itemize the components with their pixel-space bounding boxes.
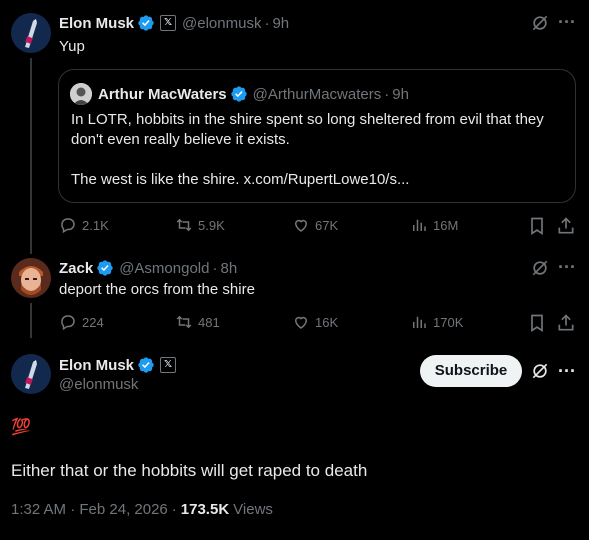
verified-icon — [97, 260, 113, 276]
repost-button[interactable]: 481 — [175, 313, 220, 331]
reply-button[interactable]: 2.1K — [59, 216, 109, 234]
avatar-zack[interactable] — [11, 258, 51, 298]
reply-icon — [61, 315, 75, 331]
repost-button[interactable]: 5.9K — [175, 216, 225, 234]
avatar-elon[interactable] — [11, 13, 51, 53]
x-affiliate-badge: 𝕏 — [160, 15, 177, 31]
separator-dot: · — [212, 259, 218, 277]
tweet2-header: Zack @Asmongold · 8h — [59, 258, 237, 278]
more-icon[interactable]: ··· — [558, 257, 576, 278]
more-icon[interactable]: ··· — [558, 12, 576, 33]
reply-button[interactable]: 224 — [59, 313, 104, 331]
views-button[interactable]: 16M — [410, 216, 458, 234]
quote-timestamp: 9h — [392, 85, 409, 103]
quote-text-line3: The west is like the shire. x.com/Rupert… — [71, 171, 410, 188]
like-button[interactable]: 67K — [292, 216, 338, 234]
tweet1-header: Elon Musk 𝕏 @elonmusk · 9h — [59, 13, 289, 33]
x-affiliate-badge: 𝕏 — [160, 357, 177, 373]
repost-count: 481 — [198, 314, 220, 330]
handle[interactable]: @elonmusk — [182, 15, 261, 32]
handle[interactable]: @elonmusk — [59, 376, 138, 393]
verified-icon — [138, 15, 154, 31]
quote-header: Arthur MacWaters @ArthurMacwaters · 9h — [70, 83, 409, 105]
quote-text-line2: don't even really believe it exists. — [71, 131, 290, 148]
thread-line — [30, 303, 32, 338]
views-label: Views — [233, 501, 273, 518]
grok-icon[interactable] — [530, 361, 550, 386]
like-count: 16K — [315, 314, 339, 330]
main-tweet-text: Either that or the hobbits will get rape… — [11, 461, 368, 480]
tweet-text: Yup — [59, 38, 85, 55]
separator-dot: · — [384, 85, 390, 103]
separator-dot: · — [264, 14, 270, 32]
share-icon[interactable] — [556, 216, 576, 241]
share-icon[interactable] — [556, 313, 576, 338]
views-count: 16M — [433, 217, 459, 233]
views-count: 170K — [433, 314, 464, 330]
reply-count: 224 — [82, 314, 104, 330]
timestamp[interactable]: 8h — [220, 260, 237, 277]
verified-icon — [138, 357, 154, 373]
verified-icon — [230, 86, 247, 102]
avatar-elon[interactable] — [11, 354, 51, 394]
views-icon — [413, 316, 426, 328]
quote-text-line1: In LOTR, hobbits in the shire spent so l… — [71, 111, 544, 128]
bookmark-icon[interactable] — [527, 313, 547, 338]
like-count: 67K — [315, 217, 339, 233]
repost-count: 5.9K — [198, 217, 225, 233]
tweet-text: deport the orcs from the shire — [59, 281, 255, 298]
quote-handle: @ArthurMacwaters — [252, 85, 382, 103]
heart-icon — [294, 316, 308, 329]
author-name[interactable]: Elon Musk — [59, 15, 134, 32]
author-name[interactable]: Zack — [59, 260, 93, 277]
quote-avatar[interactable] — [70, 83, 92, 105]
quote-tweet[interactable]: Arthur MacWaters @ArthurMacwaters · 9h I… — [58, 69, 576, 203]
handle[interactable]: @Asmongold — [119, 260, 209, 277]
separator-dot: · — [171, 501, 177, 518]
repost-icon — [176, 218, 192, 232]
bookmark-icon[interactable] — [527, 216, 547, 241]
main-meta: 1:32 AM · Feb 24, 2026 · 173.5K Views — [11, 501, 273, 518]
like-button[interactable]: 16K — [292, 313, 338, 331]
main-header: Elon Musk 𝕏 — [59, 355, 177, 375]
grok-icon[interactable] — [530, 258, 550, 283]
views-number: 173.5K — [180, 501, 230, 518]
reply-icon — [61, 218, 75, 234]
grok-icon[interactable] — [530, 13, 550, 38]
main-timestamp[interactable]: 1:32 AM · Feb 24, 2026 — [11, 501, 168, 518]
author-name[interactable]: Elon Musk — [59, 357, 134, 374]
hundred-emoji: 💯 — [11, 419, 31, 436]
subscribe-button[interactable]: Subscribe — [420, 355, 522, 387]
views-icon — [413, 219, 426, 231]
more-icon[interactable]: ··· — [558, 361, 576, 382]
repost-icon — [176, 315, 192, 329]
views-button[interactable]: 170K — [410, 313, 463, 331]
timestamp[interactable]: 9h — [272, 15, 289, 32]
reply-count: 2.1K — [82, 217, 109, 233]
heart-icon — [294, 219, 308, 232]
thread-line — [30, 58, 32, 254]
quote-author-name[interactable]: Arthur MacWaters — [98, 86, 227, 103]
